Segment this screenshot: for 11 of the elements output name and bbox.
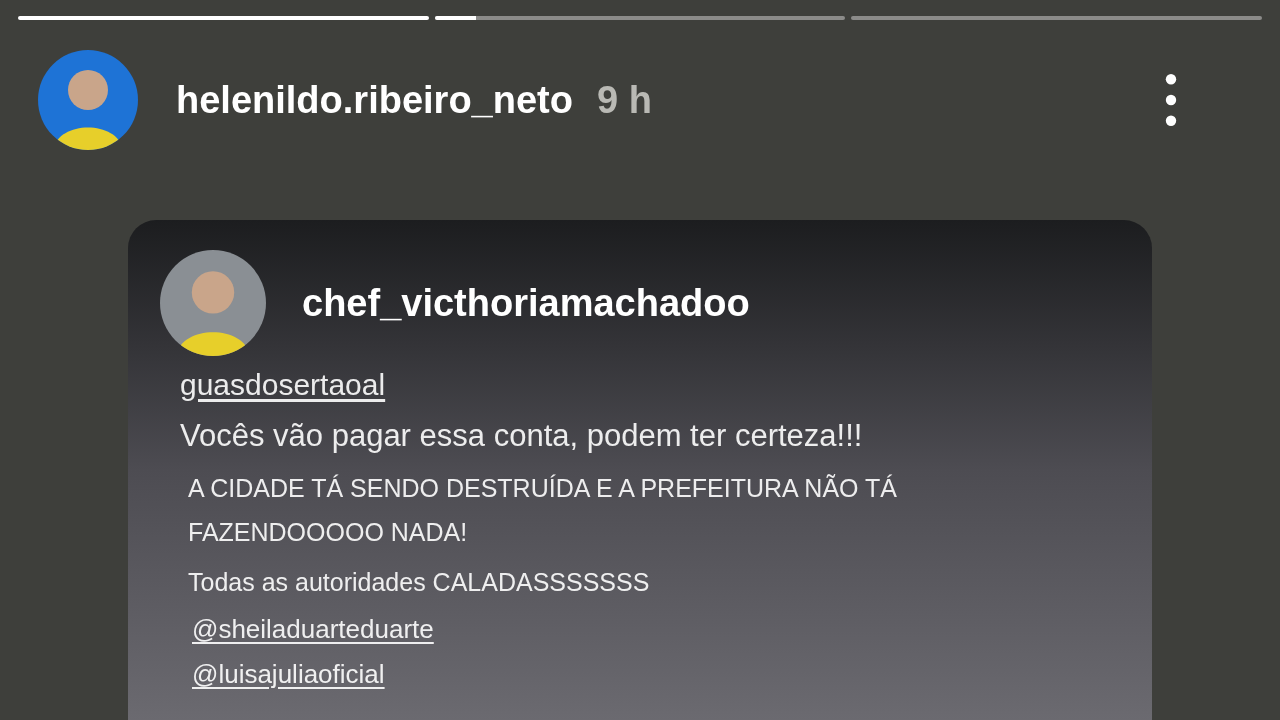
mention-link[interactable]: @sheiladuarteduarte (192, 609, 434, 649)
post-time: 9 h (596, 77, 652, 123)
story-text: Todas as autoridades CALADASSSSSSS (188, 566, 651, 598)
mention-link[interactable]: @luisajuliaoficial (192, 654, 385, 694)
story-text: A CIDADE TÁ SENDO DESTRUÍDA E A PREFEITURA NÃO TÁ FAZENDOOOOO NADA! (188, 472, 898, 548)
author-name[interactable]: chef_victhoriamachadoo (302, 274, 750, 332)
mention-link[interactable]: guasdosertaoal (180, 362, 386, 407)
caption-text: Vocês vão pagar essa conta, podem ter certeza!!! (180, 417, 864, 455)
more-options-icon[interactable] (1164, 74, 1178, 126)
username[interactable]: helenildo.ribeiro_neto (176, 71, 573, 129)
shared-post-card[interactable] (128, 220, 1152, 720)
